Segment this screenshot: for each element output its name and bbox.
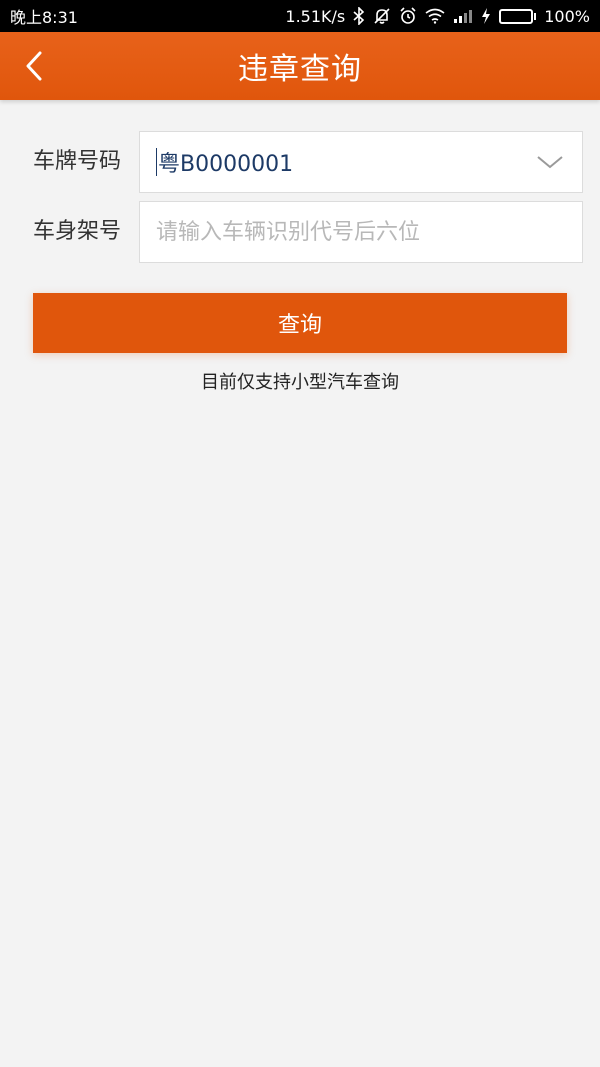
plate-row: 车牌号码 粤B0000001 bbox=[0, 131, 600, 193]
signal-icon bbox=[453, 9, 473, 23]
network-speed: 1.51K/s bbox=[285, 6, 346, 26]
wifi-icon bbox=[425, 8, 445, 24]
status-left: 晚上8:31 bbox=[10, 4, 78, 28]
status-bar: 晚上8:31 1.51K/s 100% bbox=[0, 0, 600, 32]
vin-input[interactable] bbox=[156, 219, 582, 245]
plate-field[interactable]: 粤B0000001 bbox=[139, 131, 583, 193]
back-button[interactable] bbox=[14, 46, 54, 86]
bluetooth-icon bbox=[353, 7, 365, 25]
text-cursor bbox=[156, 148, 157, 176]
battery-percent: 100% bbox=[544, 6, 590, 26]
chevron-down-icon bbox=[537, 156, 563, 169]
plate-dropdown-toggle[interactable] bbox=[536, 152, 564, 172]
vin-label: 车身架号 bbox=[33, 219, 122, 244]
vin-row: 车身架号 bbox=[0, 201, 600, 263]
battery-shell bbox=[499, 8, 534, 24]
battery-icon bbox=[499, 8, 537, 24]
mute-bell-icon bbox=[373, 7, 391, 25]
plate-value: 粤B0000001 bbox=[158, 152, 294, 177]
status-time: 晚上8:31 bbox=[10, 8, 78, 27]
chevron-left-icon bbox=[26, 51, 42, 81]
query-form: 车牌号码 粤B0000001 车身架号 bbox=[0, 131, 600, 271]
page-title: 违章查询 bbox=[238, 52, 362, 87]
vin-field-wrapper bbox=[139, 201, 583, 263]
battery-cap bbox=[534, 12, 537, 20]
plate-label: 车牌号码 bbox=[33, 149, 122, 174]
app-bar: 违章查询 bbox=[0, 32, 600, 100]
status-right: 1.51K/s 100% bbox=[285, 7, 590, 26]
alarm-clock-icon bbox=[399, 7, 417, 25]
support-note: 目前仅支持小型汽车查询 bbox=[201, 372, 399, 393]
query-button[interactable]: 查询 bbox=[33, 293, 567, 353]
charging-icon bbox=[481, 8, 491, 24]
